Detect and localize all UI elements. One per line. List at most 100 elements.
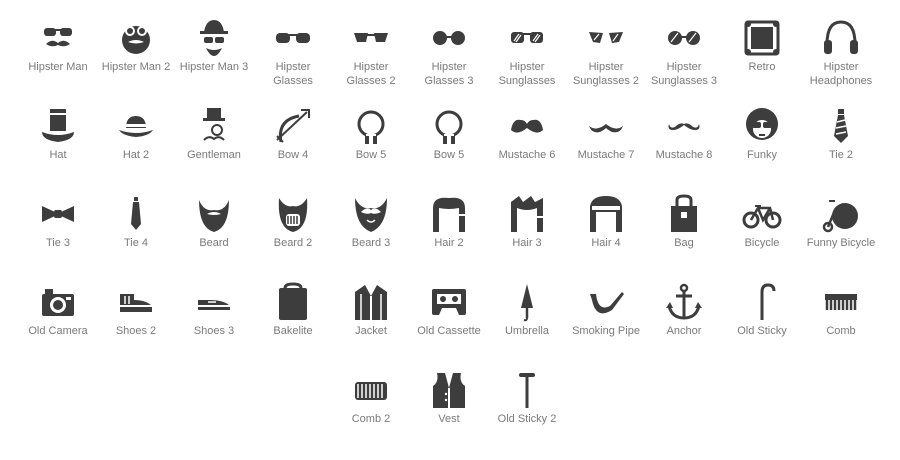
hat-2-icon [116, 106, 156, 146]
icon-cell-shoes-2[interactable]: Shoes 2 [98, 282, 174, 338]
icon-label: Bicycle [744, 237, 780, 249]
icon-cell-hipster-sunglasses-3[interactable]: Hipster Sunglasses 3 [646, 18, 722, 88]
icon-cell-tie-3[interactable]: Tie 3 [20, 194, 96, 250]
icon-cell-comb[interactable]: Comb [803, 282, 879, 338]
icon-cell-headphones[interactable]: Hipster Headphones [803, 18, 879, 88]
icon-cell-hat[interactable]: Hat [20, 106, 96, 162]
icon-cell-bow-5[interactable]: Bow 5 [333, 106, 409, 162]
old-cassette-icon [429, 282, 469, 322]
icon-cell-hipster-man-3[interactable]: Hipster Man 3 [176, 18, 252, 74]
icon-label: Beard 3 [351, 237, 391, 249]
icon-cell-bow-4[interactable]: Bow 4 [255, 106, 331, 162]
shoes-2-icon [116, 282, 156, 322]
icon-label: Mustache 7 [577, 149, 635, 161]
icon-cell-hipster-sunglasses-2[interactable]: Hipster Sunglasses 2 [568, 18, 644, 88]
icon-cell-umbrella[interactable]: Umbrella [489, 282, 565, 338]
umbrella-icon [507, 282, 547, 322]
hipster-glasses-icon [273, 18, 313, 58]
icon-label: Comb [826, 325, 856, 337]
icon-cell-old-sticky-2[interactable]: Old Sticky 2 [489, 370, 565, 426]
icon-cell-mustache-7[interactable]: Mustache 7 [568, 106, 644, 162]
icon-cell-tie-2[interactable]: Tie 2 [803, 106, 879, 162]
icon-cell-hat-2[interactable]: Hat 2 [98, 106, 174, 162]
icon-label: Old Cassette [417, 325, 481, 337]
icon-cell-mustache-6[interactable]: Mustache 6 [489, 106, 565, 162]
icon-label: Hipster Glasses [273, 61, 313, 87]
old-sticky-2-icon [507, 370, 547, 410]
icon-cell-funky[interactable]: Funky [724, 106, 800, 162]
mustache-8-icon [664, 106, 704, 146]
icon-cell-beard[interactable]: Beard [176, 194, 252, 250]
icon-cell-old-sticky[interactable]: Old Sticky [724, 282, 800, 338]
icon-label: Old Sticky 2 [497, 413, 557, 425]
retro-icon [742, 18, 782, 58]
old-sticky-icon [742, 282, 782, 322]
icon-cell-bag[interactable]: Bag [646, 194, 722, 250]
icon-label: Bakelite [273, 325, 313, 337]
icon-cell-hipster-glasses-2[interactable]: Hipster Glasses 2 [333, 18, 409, 88]
hair-2-icon [429, 194, 469, 234]
jacket-icon [351, 282, 391, 322]
hipster-sunglasses-2-icon [586, 18, 626, 58]
icon-cell-smoking-pipe[interactable]: Smoking Pipe [568, 282, 644, 338]
icon-cell-beard-2[interactable]: Beard 2 [255, 194, 331, 250]
icon-label: Hair 3 [512, 237, 542, 249]
old-camera-icon [38, 282, 78, 322]
icon-cell-bicycle[interactable]: Bicycle [724, 194, 800, 250]
comb-2-icon [351, 370, 391, 410]
icon-cell-old-cassette[interactable]: Old Cassette [411, 282, 487, 338]
funky-icon [742, 106, 782, 146]
icon-cell-beard-3[interactable]: Beard 3 [333, 194, 409, 250]
icon-cell-bow-5b[interactable]: Bow 5 [411, 106, 487, 162]
beard-2-icon [273, 194, 313, 234]
icon-label: Beard [199, 237, 229, 249]
icon-cell-retro[interactable]: Retro [724, 18, 800, 74]
icon-cell-gentleman[interactable]: Gentleman [176, 106, 252, 162]
gentleman-icon [194, 106, 234, 146]
icon-label: Umbrella [504, 325, 549, 337]
hipster-man-2-icon [116, 18, 156, 58]
icon-label: Shoes 3 [193, 325, 235, 337]
icon-cell-old-camera[interactable]: Old Camera [20, 282, 96, 338]
bow-5b-icon [429, 106, 469, 146]
icon-label: Beard 2 [273, 237, 313, 249]
icon-cell-bakelite[interactable]: Bakelite [255, 282, 331, 338]
funny-bicycle-icon [821, 194, 861, 234]
icon-cell-hipster-glasses-3[interactable]: Hipster Glasses 3 [411, 18, 487, 88]
icon-label: Bag [674, 237, 694, 249]
icon-label: Hat 2 [122, 149, 150, 161]
icon-label: Smoking Pipe [572, 325, 640, 337]
icon-label: Funny Bicycle [806, 237, 876, 249]
icon-cell-hair-3[interactable]: Hair 3 [489, 194, 565, 250]
icon-cell-hipster-man[interactable]: Hipster Man [20, 18, 96, 74]
icon-label: Vest [438, 413, 460, 425]
icon-label: Mustache 8 [655, 149, 713, 161]
vest-icon [429, 370, 469, 410]
hipster-man-3-icon [194, 18, 234, 58]
icon-cell-mustache-8[interactable]: Mustache 8 [646, 106, 722, 162]
hipster-sunglasses-3-icon [664, 18, 704, 58]
icon-grid: Hipster Man Hipster Man 2 Hipster Man 3 Hip… [0, 0, 900, 460]
icon-cell-hipster-glasses[interactable]: Hipster Glasses [255, 18, 331, 88]
icon-cell-hipster-sunglasses[interactable]: Hipster Sunglasses [489, 18, 565, 88]
hipster-glasses-2-icon [351, 18, 391, 58]
icon-label: Mustache 6 [498, 149, 556, 161]
icon-cell-tie-4[interactable]: Tie 4 [98, 194, 174, 250]
icon-cell-vest[interactable]: Vest [411, 370, 487, 426]
icon-label: Old Sticky [737, 325, 787, 337]
icon-cell-hipster-man-2[interactable]: Hipster Man 2 [98, 18, 174, 74]
icon-label: Hair 2 [434, 237, 464, 249]
icon-cell-shoes-3[interactable]: Shoes 3 [176, 282, 252, 338]
icon-label: Old Camera [28, 325, 88, 337]
icon-cell-comb-2[interactable]: Comb 2 [333, 370, 409, 426]
icon-cell-hair-2[interactable]: Hair 2 [411, 194, 487, 250]
icon-label: Jacket [355, 325, 387, 337]
tie-3-icon [38, 194, 78, 234]
bicycle-icon [742, 194, 782, 234]
icon-cell-hair-4[interactable]: Hair 4 [568, 194, 644, 250]
icon-label: Hipster Glasses 2 [346, 61, 396, 87]
icon-cell-jacket[interactable]: Jacket [333, 282, 409, 338]
icon-cell-funny-bicycle[interactable]: Funny Bicycle [803, 194, 879, 250]
icon-cell-anchor[interactable]: Anchor [646, 282, 722, 338]
mustache-6-icon [507, 106, 547, 146]
